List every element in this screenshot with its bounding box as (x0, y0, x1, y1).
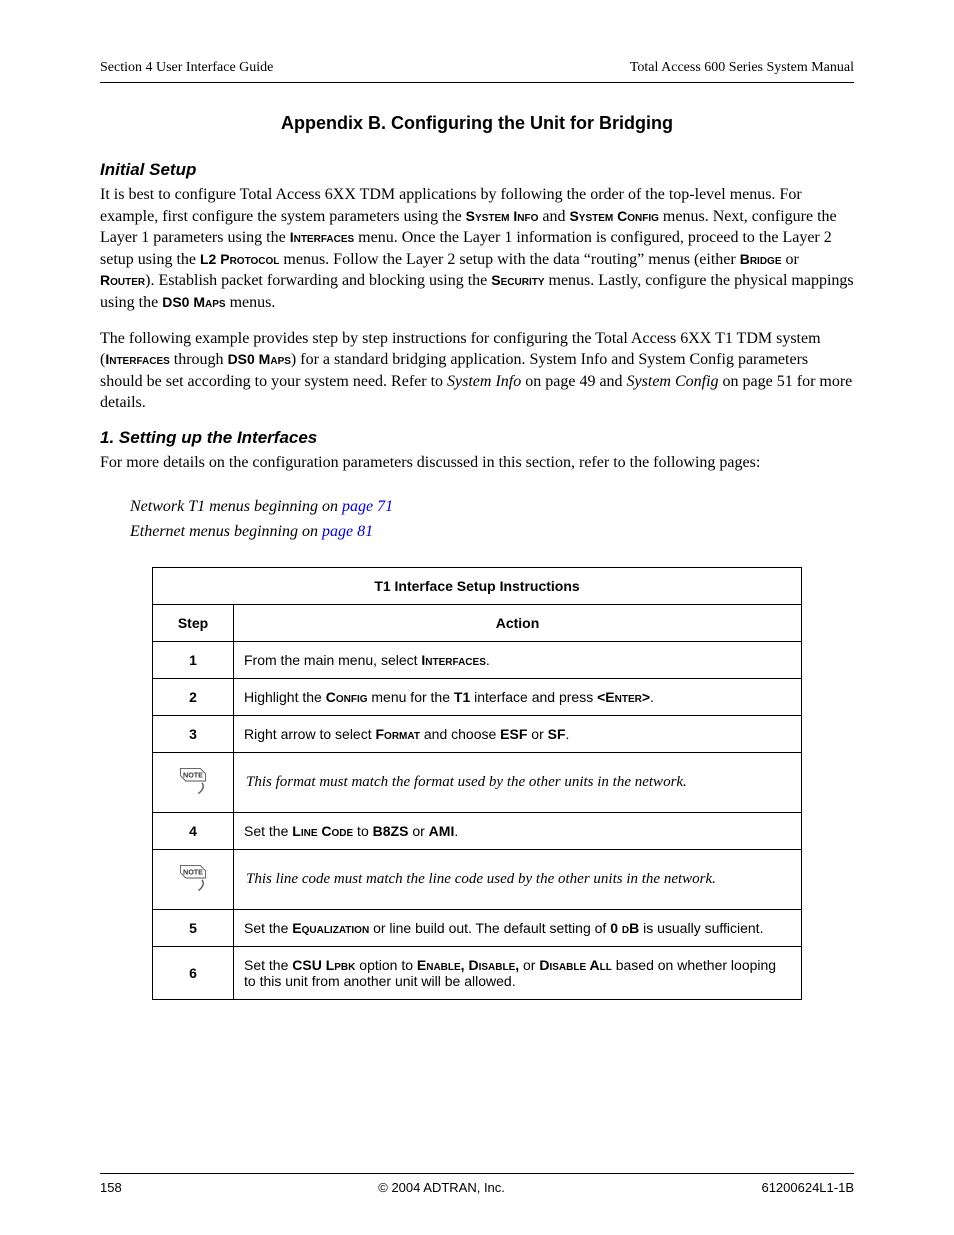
note-icon-cell: NOTE (153, 752, 234, 812)
sc-interfaces-2: Interfaces (105, 351, 169, 367)
table-row: 6 Set the CSU Lpbk option to Enable, Dis… (153, 946, 802, 999)
svg-text:NOTE: NOTE (183, 867, 203, 876)
table-row: 3 Right arrow to select Format and choos… (153, 715, 802, 752)
ref-system-config: System Config (627, 373, 719, 390)
col-step: Step (153, 604, 234, 641)
sc-ds0-maps: DS0 Maps (162, 294, 225, 310)
sc-bridge: Bridge (740, 251, 782, 267)
step-6: 6 (153, 946, 234, 999)
note-row-2: NOTE This line code must match the line … (153, 849, 802, 909)
step-1: 1 (153, 641, 234, 678)
header-right: Total Access 600 Series System Manual (630, 60, 854, 76)
heading-initial-setup: Initial Setup (100, 160, 854, 180)
col-action: Action (234, 604, 802, 641)
table-row: 1 From the main menu, select Interfaces. (153, 641, 802, 678)
t1-setup-table: T1 Interface Setup Instructions Step Act… (152, 567, 802, 1000)
appendix-title: Appendix B. Configuring the Unit for Bri… (100, 113, 854, 134)
note-row-1: NOTE This format must match the format u… (153, 752, 802, 812)
sc-ds0-maps-2: DS0 Maps (228, 351, 291, 367)
step-2: 2 (153, 678, 234, 715)
heading-setting-interfaces: 1. Setting up the Interfaces (100, 428, 854, 448)
table-row: 5 Set the Equalization or line build out… (153, 909, 802, 946)
link-page-71[interactable]: page 71 (342, 498, 393, 515)
header-left: Section 4 User Interface Guide (100, 60, 273, 76)
footer-page-number: 158 (100, 1180, 122, 1195)
step-5: 5 (153, 909, 234, 946)
note-icon: NOTE (175, 763, 211, 799)
action-6: Set the CSU Lpbk option to Enable, Disab… (234, 946, 802, 999)
step-4: 4 (153, 812, 234, 849)
note-text-2: This line code must match the line code … (234, 849, 802, 909)
ref-item-2: Ethernet menus beginning on page 81 (130, 519, 854, 545)
action-2: Highlight the Config menu for the T1 int… (234, 678, 802, 715)
link-page-81[interactable]: page 81 (322, 523, 373, 540)
sc-l2-protocol: L2 Protocol (200, 251, 279, 267)
reference-list: Network T1 menus beginning on page 71 Et… (130, 494, 854, 545)
action-4: Set the Line Code to B8ZS or AMI. (234, 812, 802, 849)
sc-interfaces: Interfaces (290, 229, 354, 245)
table-title: T1 Interface Setup Instructions (153, 567, 802, 604)
footer-copyright: © 2004 ADTRAN, Inc. (378, 1180, 505, 1195)
note-text-1: This format must match the format used b… (234, 752, 802, 812)
paragraph-2: The following example provides step by s… (100, 328, 854, 414)
paragraph-1: It is best to configure Total Access 6XX… (100, 184, 854, 314)
page: Section 4 User Interface Guide Total Acc… (0, 0, 954, 1235)
running-header: Section 4 User Interface Guide Total Acc… (100, 60, 854, 83)
table-header-row: Step Action (153, 604, 802, 641)
action-5: Set the Equalization or line build out. … (234, 909, 802, 946)
note-icon-cell: NOTE (153, 849, 234, 909)
footer-doc-number: 61200624L1-1B (761, 1180, 854, 1195)
sc-system-info: System Info (466, 208, 539, 224)
table-row: 2 Highlight the Config menu for the T1 i… (153, 678, 802, 715)
sc-system-config: System Config (569, 208, 658, 224)
table-title-row: T1 Interface Setup Instructions (153, 567, 802, 604)
step-3: 3 (153, 715, 234, 752)
action-3: Right arrow to select Format and choose … (234, 715, 802, 752)
svg-text:NOTE: NOTE (183, 770, 203, 779)
ref-system-info: System Info (447, 373, 521, 390)
note-icon: NOTE (175, 860, 211, 896)
paragraph-3: For more details on the configuration pa… (100, 452, 854, 474)
sc-security: Security (491, 272, 544, 288)
ref-item-1: Network T1 menus beginning on page 71 (130, 494, 854, 520)
sc-router: Router (100, 272, 145, 288)
page-footer: 158 © 2004 ADTRAN, Inc. 61200624L1-1B (100, 1173, 854, 1195)
table-row: 4 Set the Line Code to B8ZS or AMI. (153, 812, 802, 849)
action-1: From the main menu, select Interfaces. (234, 641, 802, 678)
